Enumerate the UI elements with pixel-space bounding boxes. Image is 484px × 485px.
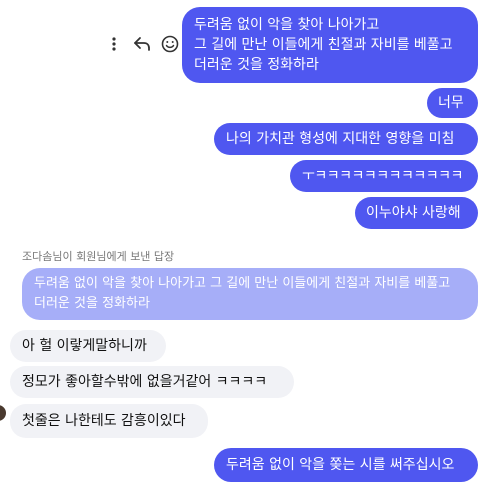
message-text: 너무 bbox=[438, 95, 464, 111]
message-text: 첫줄은 나한테도 감흥이있다 bbox=[22, 413, 186, 429]
outgoing-message[interactable]: ㅜㅋㅋㅋㅋㅋㅋㅋㅋㅋㅋㅋㅋ bbox=[290, 160, 478, 192]
outgoing-message[interactable]: 너무 bbox=[427, 88, 478, 118]
message-line: 그 길에 만난 이들에게 친절과 자비를 베풀고 bbox=[194, 37, 453, 53]
outgoing-message[interactable]: 두려움 없이 악을 찾아 나아가고 그 길에 만난 이들에게 친절과 자비를 베… bbox=[182, 7, 478, 83]
chat-thread: 두려움 없이 악을 찾아 나아가고 그 길에 만난 이들에게 친절과 자비를 베… bbox=[0, 0, 484, 485]
reply-icon[interactable] bbox=[132, 34, 152, 54]
smiley-icon[interactable] bbox=[160, 34, 180, 54]
message-actions bbox=[104, 34, 180, 54]
avatar[interactable] bbox=[0, 405, 6, 421]
message-text: 두려움 없이 악을 쫒는 시를 써주십시오 bbox=[226, 457, 455, 473]
message-text: 이누야샤 사랑해 bbox=[366, 205, 461, 221]
outgoing-message[interactable]: 나의 가치관 형성에 지대한 영향을 미침 bbox=[214, 123, 478, 155]
message-text: 정모가 좋아할수밖에 없을거같어 ㅋㅋㅋㅋ bbox=[22, 374, 268, 390]
message-text: 나의 가치관 형성에 지대한 영향을 미침 bbox=[226, 131, 455, 147]
incoming-message[interactable]: 아 헐 이랗게말하니까 bbox=[10, 330, 166, 362]
incoming-message[interactable]: 정모가 좋아할수밖에 없을거같어 ㅋㅋㅋㅋ bbox=[10, 366, 294, 398]
quoted-text: 두려움 없이 악을 찾아 나아가고 그 길에 만난 이들에게 친절과 자비를 베… bbox=[34, 276, 451, 311]
outgoing-message[interactable]: 두려움 없이 악을 쫒는 시를 써주십시오 bbox=[214, 448, 478, 482]
message-line: 더러운 것을 정화하라 bbox=[194, 57, 319, 73]
message-text: 아 헐 이랗게말하니까 bbox=[22, 338, 147, 354]
message-line: 두려움 없이 악을 찾아 나아가고 bbox=[194, 17, 380, 33]
message-text: ㅜㅋㅋㅋㅋㅋㅋㅋㅋㅋㅋㅋㅋ bbox=[302, 168, 463, 184]
quoted-message[interactable]: 두려움 없이 악을 찾아 나아가고 그 길에 만난 이들에게 친절과 자비를 베… bbox=[22, 268, 478, 320]
more-vertical-icon[interactable] bbox=[104, 34, 124, 54]
reply-header: 조다솜님이 회원님에게 보낸 답장 bbox=[22, 250, 175, 263]
incoming-message[interactable]: 첫줄은 나한테도 감흥이있다 bbox=[10, 404, 208, 438]
outgoing-message[interactable]: 이누야샤 사랑해 bbox=[355, 197, 478, 229]
